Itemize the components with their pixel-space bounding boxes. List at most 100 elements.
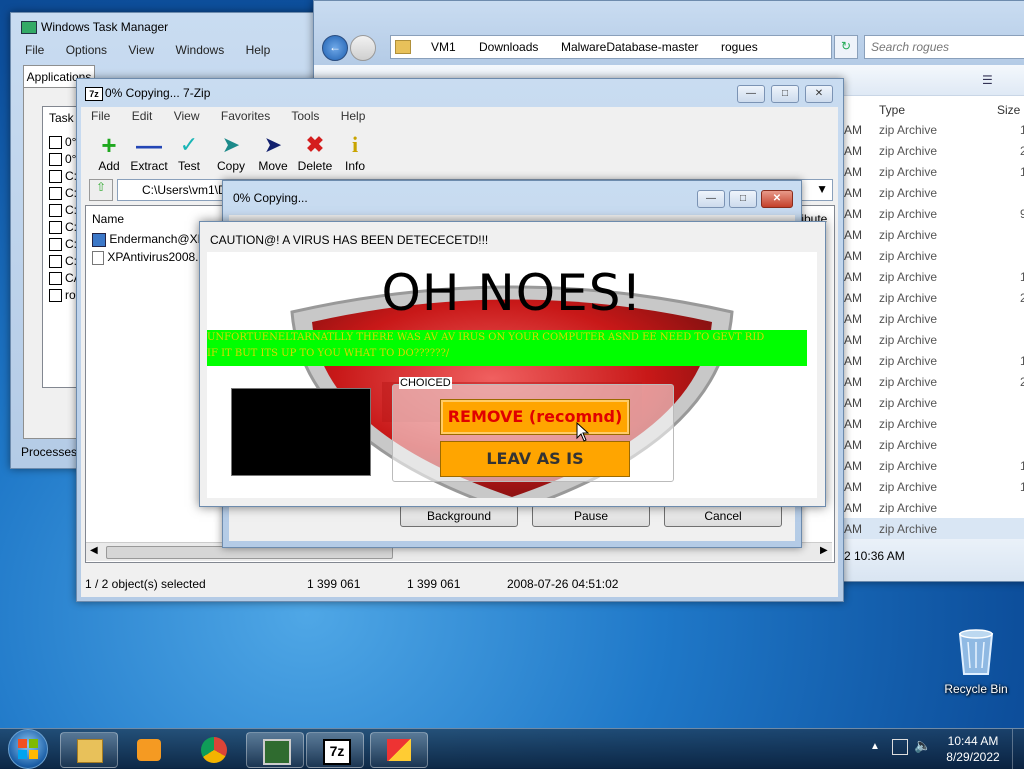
file-row[interactable]: AM zip Archive 2: [842, 140, 1024, 161]
task-row[interactable]: C:: [49, 186, 77, 201]
task-row[interactable]: C:: [49, 237, 77, 252]
task-manager-titlebar[interactable]: Windows Task Manager: [11, 13, 326, 41]
show-hidden-icons[interactable]: ▲: [870, 741, 880, 752]
copy-dialog-titlebar[interactable]: 0% Copying... — □ ✕: [223, 181, 801, 209]
menu-windows[interactable]: Windows: [176, 43, 225, 57]
menu-file[interactable]: File: [25, 43, 44, 57]
menu-tools[interactable]: Tools: [291, 109, 319, 123]
menu-file[interactable]: File: [91, 109, 110, 123]
menu-favorites[interactable]: Favorites: [221, 109, 270, 123]
background-button[interactable]: Background: [400, 505, 518, 527]
file-row[interactable]: AM zip Archive 1: [842, 350, 1024, 371]
network-icon[interactable]: [892, 739, 908, 755]
file-row[interactable]: AM zip Archive 9: [842, 203, 1024, 224]
file-row[interactable]: AM zip Archive: [842, 497, 1024, 518]
start-button[interactable]: [8, 729, 48, 769]
file-row[interactable]: AM zip Archive 1: [842, 455, 1024, 476]
sevenzip-titlebar[interactable]: 7z 0% Copying... 7-Zip — □ ✕: [77, 79, 843, 107]
column-name[interactable]: Name: [92, 212, 124, 226]
menu-help[interactable]: Help: [341, 109, 366, 123]
task-row[interactable]: ro: [49, 288, 76, 303]
info-button[interactable]: i Info: [337, 131, 373, 173]
taskbar-7zip-button[interactable]: 7z: [306, 732, 364, 768]
close-button[interactable]: ✕: [805, 85, 833, 103]
move-button[interactable]: ➤ Move: [253, 131, 293, 173]
address-bar[interactable]: VM1 Downloads MalwareDatabase-master rog…: [390, 35, 832, 59]
maximize-button[interactable]: □: [729, 190, 757, 208]
search-input[interactable]: Search rogues: [864, 35, 1024, 59]
cancel-button[interactable]: Cancel: [664, 505, 782, 527]
back-button[interactable]: ←: [322, 35, 348, 61]
task-row[interactable]: 0°: [49, 152, 76, 167]
file-icon: [92, 250, 104, 265]
menu-help[interactable]: Help: [246, 43, 271, 57]
file-row[interactable]: AM zip Archive: [842, 413, 1024, 434]
copy-button[interactable]: ➤ Copy: [211, 131, 251, 173]
extract-button[interactable]: — Extract: [127, 131, 171, 173]
path-dropdown-icon[interactable]: ▼: [816, 182, 828, 196]
task-row[interactable]: C:: [49, 254, 77, 269]
file-row[interactable]: AM zip Archive 1: [842, 119, 1024, 140]
up-folder-button[interactable]: ⇧: [89, 179, 113, 201]
leave-button[interactable]: LEAV AS IS: [440, 441, 630, 477]
file-row[interactable]: XPAntivirus2008.i: [92, 250, 201, 265]
maximize-button[interactable]: □: [771, 85, 799, 103]
menu-edit[interactable]: Edit: [132, 109, 153, 123]
breadcrumb-malwaredatabase[interactable]: MalwareDatabase-master: [561, 40, 698, 54]
file-row[interactable]: AM zip Archive: [842, 392, 1024, 413]
task-row[interactable]: C:: [49, 220, 77, 235]
file-time: AM: [844, 501, 862, 515]
breadcrumb-downloads[interactable]: Downloads: [479, 40, 538, 54]
file-row[interactable]: AM zip Archive 2: [842, 371, 1024, 392]
recycle-bin[interactable]: Recycle Bin: [936, 628, 1016, 700]
refresh-button[interactable]: ↻: [834, 35, 858, 59]
breadcrumb-rogues[interactable]: rogues: [721, 40, 758, 54]
clock-date: 8/29/2022: [946, 750, 1000, 764]
volume-icon[interactable]: 🔈: [914, 737, 931, 754]
virus-warning-dialog[interactable]: CAUTION@! A VIRUS HAS BEEN DETECECETD!!!…: [199, 221, 826, 507]
task-column-header[interactable]: Task: [49, 111, 74, 125]
menu-view[interactable]: View: [128, 43, 154, 57]
remove-button[interactable]: REMOVE (recomnd): [440, 399, 630, 435]
file-row[interactable]: Endermanch@XP: [92, 232, 206, 247]
file-row[interactable]: AM zip Archive: [842, 308, 1024, 329]
scroll-left-icon[interactable]: ◀: [90, 545, 98, 556]
taskbar-chrome-button[interactable]: [184, 732, 242, 768]
file-row[interactable]: AM zip Archive: [842, 518, 1024, 539]
close-button[interactable]: ✕: [761, 190, 793, 208]
breadcrumb-vm1[interactable]: VM1: [431, 40, 456, 54]
task-row[interactable]: C:: [49, 203, 77, 218]
test-button[interactable]: ✓ Test: [169, 131, 209, 173]
taskbar-rogue-app-button[interactable]: [370, 732, 428, 768]
add-button[interactable]: + Add: [89, 131, 129, 173]
task-row[interactable]: C:: [49, 169, 77, 184]
file-row[interactable]: AM zip Archive: [842, 245, 1024, 266]
column-size[interactable]: Size: [997, 103, 1020, 117]
minimize-button[interactable]: —: [697, 190, 725, 208]
file-row[interactable]: AM zip Archive 1: [842, 266, 1024, 287]
forward-button[interactable]: [350, 35, 376, 61]
file-row[interactable]: AM zip Archive 1: [842, 476, 1024, 497]
minimize-button[interactable]: —: [737, 85, 765, 103]
file-row[interactable]: AM zip Archive 2: [842, 287, 1024, 308]
column-type[interactable]: Type: [879, 103, 905, 117]
taskbar-media-player-button[interactable]: [120, 732, 178, 768]
file-row[interactable]: AM zip Archive: [842, 329, 1024, 350]
file-row[interactable]: AM zip Archive 1: [842, 161, 1024, 182]
file-row[interactable]: AM zip Archive: [842, 224, 1024, 245]
clock[interactable]: 10:44 AM 8/29/2022: [938, 733, 1008, 765]
view-options-icon[interactable]: ☰: [982, 73, 993, 87]
delete-button[interactable]: ✖ Delete: [295, 131, 335, 173]
show-desktop-button[interactable]: [1012, 729, 1024, 769]
file-time: AM: [844, 123, 862, 137]
file-row[interactable]: AM zip Archive: [842, 182, 1024, 203]
menu-options[interactable]: Options: [66, 43, 107, 57]
file-row[interactable]: AM zip Archive: [842, 434, 1024, 455]
file-type: zip Archive: [879, 291, 938, 305]
taskbar-task-manager-button[interactable]: [246, 732, 304, 768]
scroll-right-icon[interactable]: ▶: [820, 545, 828, 556]
pause-button[interactable]: Pause: [532, 505, 650, 527]
menu-view[interactable]: View: [174, 109, 200, 123]
task-row[interactable]: 0°: [49, 135, 76, 150]
taskbar-explorer-button[interactable]: [60, 732, 118, 768]
